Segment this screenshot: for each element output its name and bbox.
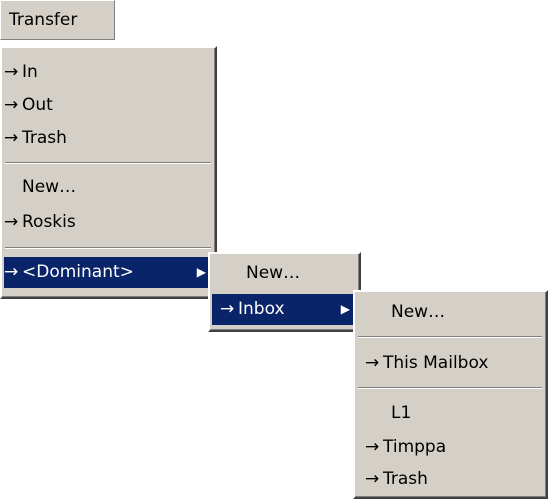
menu-item-label: Timppa bbox=[383, 437, 447, 457]
submenu-arrow-icon: ▶ bbox=[196, 265, 206, 279]
menu-item-l1[interactable]: L1 bbox=[357, 398, 543, 429]
arrow-icon: → bbox=[4, 128, 19, 148]
arrow-icon: → bbox=[365, 353, 380, 373]
inbox-submenu: New… → This Mailbox L1 → Timppa → Trash bbox=[353, 290, 548, 499]
menu-item-this-mailbox[interactable]: → This Mailbox bbox=[357, 348, 543, 379]
menu-separator bbox=[5, 162, 211, 164]
arrow-icon: → bbox=[365, 469, 380, 489]
menu-item-new[interactable]: New… bbox=[212, 258, 356, 289]
menu-separator bbox=[5, 247, 211, 249]
menu-item-trash[interactable]: → Trash bbox=[4, 123, 212, 154]
arrow-icon: → bbox=[365, 437, 380, 457]
menu-separator bbox=[358, 387, 542, 389]
menu-item-label: Trash bbox=[22, 128, 67, 148]
menu-item-new-mailbox[interactable]: New… bbox=[4, 172, 212, 203]
menu-transfer[interactable]: Transfer bbox=[0, 0, 115, 40]
menu-item-label: New… bbox=[246, 263, 301, 283]
menu-item-label: <Dominant> bbox=[22, 262, 134, 282]
menu-item-timppa[interactable]: → Timppa bbox=[357, 432, 543, 463]
dominant-submenu: New… → Inbox ▶ bbox=[208, 252, 361, 332]
menu-item-label: In bbox=[22, 62, 38, 82]
arrow-icon: → bbox=[4, 262, 19, 282]
arrow-icon: → bbox=[220, 299, 235, 319]
transfer-menu: → In → Out → Trash New… → Roskis → <Dominant>… bbox=[0, 46, 217, 299]
submenu-arrow-icon: ▶ bbox=[340, 302, 350, 316]
menu-item-dominant[interactable]: → <Dominant> ▶ bbox=[4, 257, 212, 288]
menu-item-label: New… bbox=[391, 302, 446, 322]
menu-item-inbox[interactable]: → Inbox ▶ bbox=[212, 294, 356, 325]
menu-item-label: This Mailbox bbox=[383, 353, 489, 373]
arrow-icon: → bbox=[4, 95, 19, 115]
arrow-icon: → bbox=[4, 62, 19, 82]
menu-item-label: Out bbox=[22, 95, 53, 115]
menu-item-new[interactable]: New… bbox=[357, 297, 543, 328]
menu-item-label: Roskis bbox=[22, 212, 76, 232]
menu-item-roskis[interactable]: → Roskis bbox=[4, 207, 212, 238]
menu-item-label: Inbox bbox=[238, 299, 285, 319]
arrow-icon: → bbox=[4, 212, 19, 232]
menu-item-label: Trash bbox=[383, 469, 428, 489]
menu-item-label: New… bbox=[22, 177, 77, 197]
menu-item-in[interactable]: → In bbox=[4, 57, 212, 88]
menu-item-trash[interactable]: → Trash bbox=[357, 464, 543, 495]
menu-separator bbox=[358, 336, 542, 338]
menu-item-label: L1 bbox=[391, 403, 412, 423]
menu-item-out[interactable]: → Out bbox=[4, 90, 212, 121]
